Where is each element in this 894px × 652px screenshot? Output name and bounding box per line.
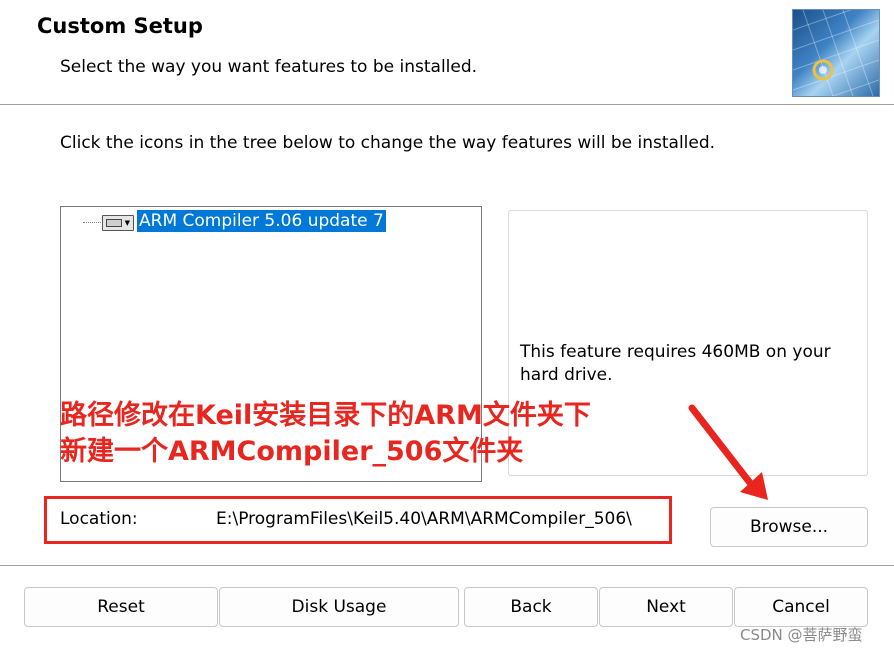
disk-usage-button[interactable]: Disk Usage [219, 587, 459, 627]
header-divider [0, 104, 894, 106]
footer-divider [0, 565, 894, 567]
page-title: Custom Setup [37, 14, 203, 38]
back-button[interactable]: Back [464, 587, 598, 627]
location-label: Location: [60, 509, 138, 529]
watermark: CSDN @菩萨野蛮 [740, 626, 863, 644]
feature-description-text: This feature requires 460MB on your hard… [520, 342, 831, 385]
hard-drive-icon [106, 219, 122, 227]
annotation-line-1: 路径修改在Keil安装目录下的ARM文件夹下 [60, 400, 591, 431]
tree-connector [83, 222, 101, 223]
installer-logo [792, 9, 880, 97]
cancel-button[interactable]: Cancel [734, 587, 868, 627]
header: Custom Setup Select the way you want fea… [0, 0, 894, 104]
annotation-note: 路径修改在Keil安装目录下的ARM文件夹下 新建一个ARMCompiler_5… [60, 398, 591, 470]
dropdown-arrow-icon: ▼ [124, 219, 130, 227]
annotation-line-2: 新建一个ARMCompiler_506文件夹 [60, 436, 524, 467]
drive-icon[interactable]: ▼ [102, 215, 134, 231]
browse-button[interactable]: Browse... [710, 507, 868, 547]
instruction-text: Click the icons in the tree below to cha… [60, 133, 716, 153]
reset-button[interactable]: Reset [24, 587, 218, 627]
location-path: E:\ProgramFiles\Keil5.40\ARM\ARMCompiler… [216, 509, 632, 529]
next-button[interactable]: Next [599, 587, 733, 627]
page-subtitle: Select the way you want features to be i… [60, 57, 478, 77]
tree-item-arm-compiler[interactable]: ARM Compiler 5.06 update 7 [137, 210, 386, 232]
annotation-arrow-icon [688, 404, 768, 500]
